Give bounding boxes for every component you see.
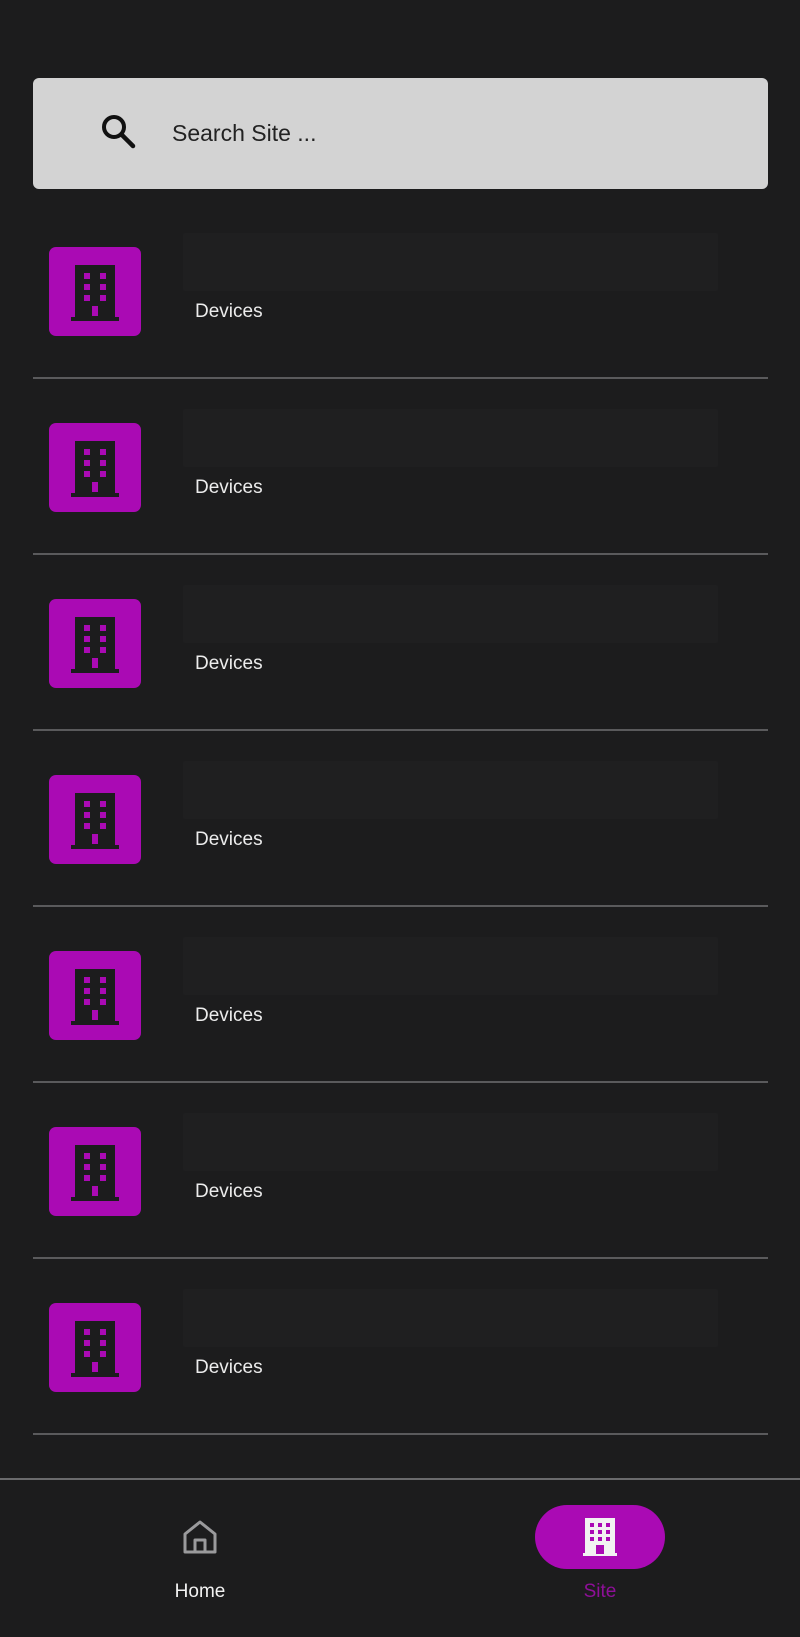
site-tile [49, 423, 141, 512]
search-bar[interactable] [33, 78, 768, 189]
site-name-redacted [183, 937, 718, 995]
home-icon [183, 1520, 217, 1554]
site-tile [49, 775, 141, 864]
site-name-redacted [183, 1289, 718, 1347]
site-devices-label: Devices [195, 1357, 263, 1378]
site-tile [49, 1303, 141, 1392]
site-devices-label: Devices [195, 1005, 263, 1026]
nav-home-tab[interactable]: Home [100, 1480, 300, 1637]
site-tile [49, 247, 141, 336]
nav-home-indicator [135, 1505, 265, 1569]
site-list-item[interactable]: Devices [0, 203, 800, 379]
site-list-item[interactable]: Devices [0, 1259, 800, 1435]
bottom-navigation: Home Site [0, 1478, 800, 1637]
building-icon [71, 1145, 119, 1201]
site-list-item[interactable]: Devices [0, 379, 800, 555]
building-icon [71, 969, 119, 1025]
site-devices-label: Devices [195, 477, 263, 498]
nav-site-label: Site [583, 1581, 617, 1602]
site-tile [49, 1127, 141, 1216]
search-input[interactable] [172, 108, 732, 158]
building-icon [71, 441, 119, 497]
site-list: Devices Devices Devices Devices Devices … [0, 203, 800, 1435]
site-list-item[interactable]: Devices [0, 731, 800, 907]
building-icon [71, 793, 119, 849]
building-icon [71, 617, 119, 673]
site-list-item[interactable]: Devices [0, 1083, 800, 1259]
app-screen: Devices Devices [0, 0, 800, 1637]
site-list-item[interactable]: Devices [0, 907, 800, 1083]
building-icon [71, 265, 119, 321]
building-icon [71, 1321, 119, 1377]
site-tile [49, 951, 141, 1040]
divider [33, 1433, 768, 1435]
nav-home-label: Home [174, 1581, 226, 1602]
site-list-item[interactable]: Devices [0, 555, 800, 731]
building-icon [583, 1518, 617, 1556]
site-devices-label: Devices [195, 829, 263, 850]
site-name-redacted [183, 409, 718, 467]
site-devices-label: Devices [195, 653, 263, 674]
site-tile [49, 599, 141, 688]
nav-site-active-indicator [535, 1505, 665, 1569]
site-devices-label: Devices [195, 301, 263, 322]
site-name-redacted [183, 233, 718, 291]
site-devices-label: Devices [195, 1181, 263, 1202]
site-name-redacted [183, 1113, 718, 1171]
site-name-redacted [183, 761, 718, 819]
nav-site-tab[interactable]: Site [500, 1480, 700, 1637]
search-icon [102, 115, 136, 149]
site-name-redacted [183, 585, 718, 643]
